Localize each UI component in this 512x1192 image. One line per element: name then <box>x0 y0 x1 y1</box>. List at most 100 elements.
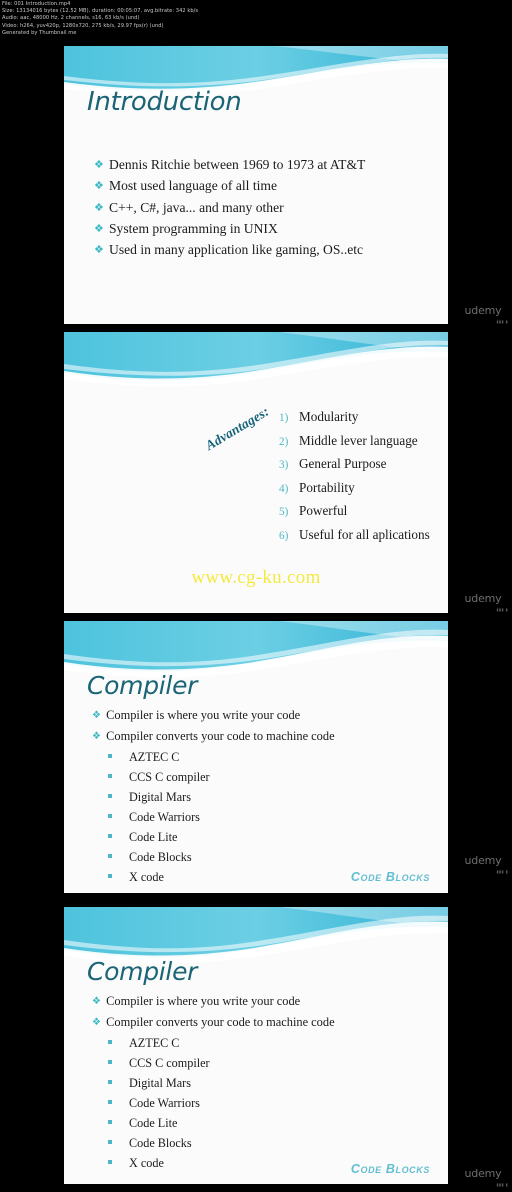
slide-thumbnail-4[interactable]: Compiler ❖ Compiler is where you write yo… <box>64 907 448 1184</box>
list-item: ❖ Used in many application like gaming, O… <box>94 239 365 260</box>
list-item: 1) Modularity <box>279 406 430 430</box>
list-item: ❖ Compiler is where you write your code <box>92 705 335 726</box>
list-item-number: 3) <box>279 459 289 472</box>
list-item-label: Modularity <box>299 409 359 424</box>
square-bullet-icon <box>108 774 112 778</box>
list-item-label: Code Warriors <box>129 1096 200 1110</box>
list-item: 3) General Purpose <box>279 453 430 477</box>
slide-bullet-list: ❖ Compiler is where you write your code ❖… <box>92 991 335 1032</box>
list-item: ❖ Compiler converts your code to machine … <box>92 726 335 747</box>
list-item: AZTEC C <box>108 1033 210 1053</box>
list-item: 2) Middle lever language <box>279 430 430 454</box>
list-item-label: Digital Mars <box>129 1076 191 1090</box>
list-item: ❖ Compiler is where you write your code <box>92 991 335 1012</box>
list-item-label: Used in many application like gaming, OS… <box>109 242 364 258</box>
slide-thumbnail-2[interactable]: Advantages: 1) Modularity 2) Middle lever … <box>64 332 448 613</box>
udemy-watermark: udemy ▮▮▮ ▮ <box>455 1168 511 1190</box>
square-bullet-icon <box>108 854 112 858</box>
list-item-label: Code Blocks <box>129 850 192 864</box>
square-bullet-icon <box>108 794 112 798</box>
compiler-name-list: AZTEC C CCS C compiler Digital Mars Code… <box>108 747 210 887</box>
compiler-name-list: AZTEC C CCS C compiler Digital Mars Code… <box>108 1033 210 1173</box>
udemy-watermark: udemy ▮▮▮ ▮ <box>455 593 511 615</box>
list-item-number: 2) <box>279 435 289 448</box>
list-item-label: Middle lever language <box>299 432 418 448</box>
slide-bullet-list: ❖ Compiler is where you write your code ❖… <box>92 705 335 746</box>
square-bullet-icon <box>108 814 112 818</box>
slide-thumbnail-1[interactable]: Introduction ❖ Dennis Ritchie between 196… <box>64 46 448 324</box>
list-item: ❖ C++, C#, java... and many other <box>94 197 365 218</box>
list-item: ❖ Compiler converts your code to machine … <box>92 1012 335 1033</box>
diamond-bullet-icon: ❖ <box>94 222 104 235</box>
square-bullet-icon <box>108 1080 112 1084</box>
list-item: X code <box>108 867 210 887</box>
udemy-watermark: udemy ▮▮▮ ▮ <box>455 305 511 327</box>
list-item-label: AZTEC C <box>129 750 180 764</box>
list-item: ❖ System programming in UNIX <box>94 218 365 239</box>
list-item: Code Warriors <box>108 1093 210 1113</box>
metadata-generator: Generated by Thumbnail me <box>2 29 77 36</box>
list-item: Code Lite <box>108 1113 210 1133</box>
list-item-number: 6) <box>279 529 289 542</box>
square-bullet-icon <box>108 1060 112 1064</box>
diamond-bullet-icon: ❖ <box>94 180 104 193</box>
list-item: 6) Useful for all aplications <box>279 524 430 548</box>
list-item-label: X code <box>129 1156 164 1170</box>
advantages-label: Advantages: <box>202 403 272 454</box>
udemy-watermark: udemy ▮▮▮ ▮ <box>455 855 511 877</box>
list-item-label: Compiler is where you write your code <box>106 994 301 1008</box>
list-item-number: 1) <box>279 412 289 424</box>
slide-title: Compiler <box>87 957 198 986</box>
list-item: Digital Mars <box>108 1073 210 1093</box>
diamond-bullet-icon: ❖ <box>94 201 104 214</box>
list-item: CCS C compiler <box>108 767 210 787</box>
udemy-watermark-sub: ▮▮▮ ▮ <box>496 869 508 874</box>
list-item: CCS C compiler <box>108 1053 210 1073</box>
list-item-label: Powerful <box>299 503 348 519</box>
list-item-label: C++, C#, java... and many other <box>109 199 284 215</box>
list-item-number: 4) <box>279 482 289 495</box>
list-item-label: AZTEC C <box>129 1036 180 1050</box>
list-item-label: Dennis Ritchie between 1969 to 1973 at A… <box>109 157 366 172</box>
list-item: Digital Mars <box>108 787 210 807</box>
square-bullet-icon <box>108 1040 112 1044</box>
square-bullet-icon <box>108 1140 112 1144</box>
thumbnail-contact-sheet: File: 001 Introduction.mp4 Size: 1313401… <box>0 0 512 1192</box>
site-url-watermark: www.cg-ku.com <box>191 567 321 588</box>
list-item-label: Most used language of all time <box>109 178 277 194</box>
diamond-bullet-icon: ❖ <box>92 996 102 1007</box>
udemy-watermark-sub: ▮▮▮ ▮ <box>496 1182 508 1187</box>
list-item: AZTEC C <box>108 747 210 767</box>
list-item-label: Compiler converts your code to machine c… <box>106 1014 335 1029</box>
advantages-numbered-list: 1) Modularity 2) Middle lever language 3) G… <box>279 406 430 548</box>
square-bullet-icon <box>108 1100 112 1104</box>
slide-bullet-list: ❖ Dennis Ritchie between 1969 to 1973 at … <box>94 154 365 260</box>
square-bullet-icon <box>108 874 112 878</box>
code-blocks-caption: Code Blocks <box>350 870 430 884</box>
list-item-label: Compiler converts your code to machine c… <box>106 728 335 743</box>
square-bullet-icon <box>108 1160 112 1164</box>
diamond-bullet-icon: ❖ <box>92 710 102 721</box>
list-item-label: Portability <box>299 479 355 495</box>
list-item-label: Digital Mars <box>129 790 191 804</box>
list-item-label: System programming in UNIX <box>109 220 278 236</box>
metadata-video: Video: h264, yuv420p, 1280x720, 275 kb/s… <box>2 22 164 29</box>
list-item-label: Code Lite <box>129 830 178 844</box>
square-bullet-icon <box>108 754 112 758</box>
square-bullet-icon <box>108 834 112 838</box>
list-item-label: CCS C compiler <box>129 770 210 784</box>
list-item: 4) Portability <box>279 477 430 501</box>
diamond-bullet-icon: ❖ <box>94 159 104 171</box>
udemy-watermark-sub: ▮▮▮ ▮ <box>496 607 508 612</box>
list-item-label: Code Blocks <box>129 1136 192 1150</box>
list-item-label: Useful for all aplications <box>299 526 430 542</box>
list-item-label: Code Lite <box>129 1116 178 1130</box>
list-item-label: General Purpose <box>299 456 387 472</box>
slide-thumbnail-3[interactable]: Compiler ❖ Compiler is where you write yo… <box>64 621 448 893</box>
slide-title: Introduction <box>87 87 242 117</box>
list-item: Code Blocks <box>108 1133 210 1153</box>
list-item-label: Compiler is where you write your code <box>106 708 301 722</box>
list-item: 5) Powerful <box>279 500 430 524</box>
list-item: Code Blocks <box>108 847 210 867</box>
code-blocks-caption: Code Blocks <box>350 1162 430 1176</box>
